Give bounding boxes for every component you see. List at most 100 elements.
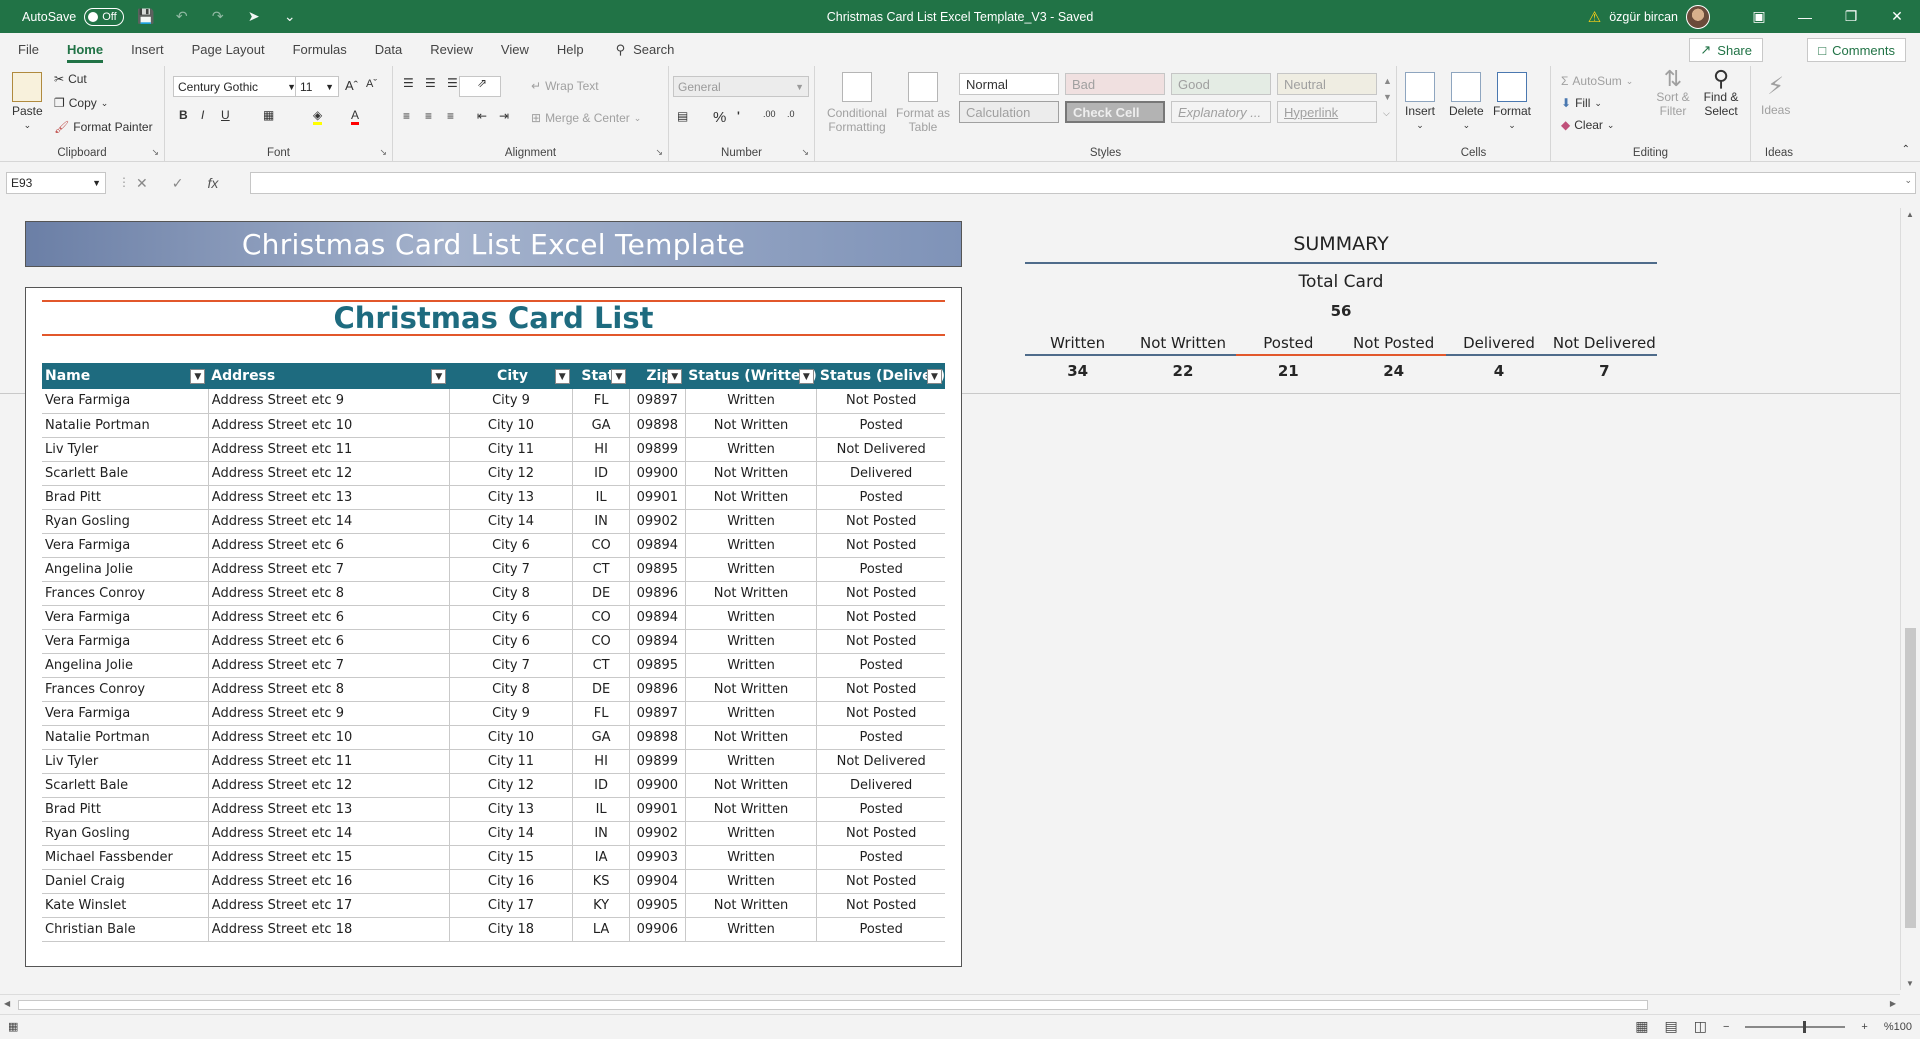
accounting-format-icon[interactable]: ▤	[677, 109, 688, 123]
cell-zip[interactable]: 09897	[629, 701, 686, 726]
filter-dropdown-icon[interactable]: ▼	[798, 369, 814, 384]
filter-dropdown-icon[interactable]: ▼	[927, 369, 942, 384]
zoom-level[interactable]: %100	[1884, 1021, 1912, 1033]
cell-status-deliver[interactable]: Not Posted	[816, 677, 945, 702]
cell-status-deliver[interactable]: Posted	[816, 413, 945, 438]
cell-zip[interactable]: 09899	[629, 437, 686, 462]
autosum-button[interactable]: Σ AutoSum ⌄	[1561, 74, 1633, 88]
page-break-view-icon[interactable]: ◫	[1694, 1018, 1707, 1035]
cell-city[interactable]: City 8	[449, 677, 574, 702]
cell-status-written[interactable]: Not Written	[685, 461, 818, 486]
dialog-launcher-icon[interactable]: ↘	[379, 147, 387, 158]
cell-zip[interactable]: 09899	[629, 749, 686, 774]
cell-status-written[interactable]: Written	[685, 533, 818, 558]
cell-city[interactable]: City 12	[449, 461, 574, 486]
column-header-status-deliver[interactable]: Status (Deliver) ▼	[816, 363, 945, 389]
cell-status-written[interactable]: Not Written	[685, 581, 818, 606]
cell-city[interactable]: City 9	[449, 389, 574, 414]
cell-status-deliver[interactable]: Posted	[816, 917, 945, 942]
ribbon-display-options-icon[interactable]: ▣	[1736, 0, 1782, 33]
copy-button[interactable]: ❐ Copy ⌄	[54, 96, 108, 110]
cell-status-deliver[interactable]: Delivered	[816, 461, 945, 486]
tab-data[interactable]: Data	[361, 33, 416, 66]
cell-state[interactable]: IN	[572, 509, 630, 534]
cell-name[interactable]: Daniel Craig	[42, 869, 209, 894]
cell-zip[interactable]: 09904	[629, 869, 686, 894]
total-card-label[interactable]: Total Card	[1025, 272, 1657, 292]
decrease-decimal-icon[interactable]: .0	[787, 109, 795, 119]
cell-state[interactable]: CO	[572, 629, 630, 654]
cell-city[interactable]: City 13	[449, 797, 574, 822]
tab-home[interactable]: Home	[53, 33, 117, 66]
formula-input[interactable]	[250, 172, 1916, 194]
cell-status-deliver[interactable]: Delivered	[816, 773, 945, 798]
insert-function-icon[interactable]: fx	[207, 175, 218, 191]
cell-name[interactable]: Vera Farmiga	[42, 605, 209, 630]
cell-name[interactable]: Frances Conroy	[42, 677, 209, 702]
avatar[interactable]	[1686, 4, 1710, 29]
format-as-table-button[interactable]: Format as Table	[895, 72, 951, 134]
cell-status-written[interactable]: Not Written	[685, 485, 818, 510]
cell-zip[interactable]: 09896	[629, 677, 686, 702]
fill-color-icon[interactable]: ◈	[313, 108, 323, 125]
cell-state[interactable]: CO	[572, 605, 630, 630]
pointer-icon[interactable]: ➤	[240, 8, 268, 25]
cell-zip[interactable]: 09902	[629, 821, 686, 846]
tab-insert[interactable]: Insert	[117, 33, 178, 66]
summary-stat-value[interactable]: 22	[1130, 362, 1235, 380]
cell-status-written[interactable]: Written	[685, 509, 818, 534]
cell-state[interactable]: HI	[572, 437, 630, 462]
cell-name[interactable]: Kate Winslet	[42, 893, 209, 918]
decrease-indent-icon[interactable]: ⇤	[477, 109, 487, 123]
insert-cells-button[interactable]: Insert ⌄	[1405, 72, 1435, 131]
cell-zip[interactable]: 09900	[629, 773, 686, 798]
cell-address[interactable]: Address Street etc 14	[208, 509, 450, 534]
increase-indent-icon[interactable]: ⇥	[499, 109, 509, 123]
cell-zip[interactable]: 09894	[629, 533, 686, 558]
cell-state[interactable]: IL	[572, 797, 630, 822]
cell-zip[interactable]: 09905	[629, 893, 686, 918]
cell-status-deliver[interactable]: Posted	[816, 725, 945, 750]
cell-zip[interactable]: 09895	[629, 557, 686, 582]
column-header-state[interactable]: State ▼	[572, 363, 630, 389]
summary-stat-label[interactable]: Not Posted	[1340, 332, 1447, 356]
cell-state[interactable]: ID	[572, 461, 630, 486]
ideas-button[interactable]: ⚡ Ideas	[1761, 72, 1790, 117]
cell-status-deliver[interactable]: Not Posted	[816, 629, 945, 654]
cell-zip[interactable]: 09902	[629, 509, 686, 534]
cell-address[interactable]: Address Street etc 10	[208, 725, 450, 750]
cell-zip[interactable]: 09903	[629, 845, 686, 870]
collapse-ribbon-icon[interactable]: ⌃	[1902, 144, 1910, 155]
restore-icon[interactable]: ❐	[1828, 0, 1874, 33]
total-card-value[interactable]: 56	[1025, 302, 1657, 320]
cell-name[interactable]: Michael Fassbender	[42, 845, 209, 870]
scroll-down-icon[interactable]: ▼	[1906, 979, 1914, 988]
cell-state[interactable]: IN	[572, 821, 630, 846]
font-size-combo[interactable]: 11 ▼	[295, 76, 339, 97]
autosave-toggle[interactable]: Off	[84, 7, 124, 26]
cell-status-written[interactable]: Written	[685, 605, 818, 630]
styles-scroll-down-icon[interactable]: ▼	[1383, 92, 1392, 102]
cell-address[interactable]: Address Street etc 9	[208, 389, 450, 414]
cell-city[interactable]: City 17	[449, 893, 574, 918]
cell-address[interactable]: Address Street etc 6	[208, 629, 450, 654]
tab-file[interactable]: File	[4, 33, 53, 66]
styles-scroll-up-icon[interactable]: ▲	[1383, 76, 1392, 86]
cell-name[interactable]: Brad Pitt	[42, 797, 209, 822]
cell-status-deliver[interactable]: Posted	[816, 845, 945, 870]
underline-icon[interactable]: U	[221, 108, 230, 122]
cell-state[interactable]: CT	[572, 557, 630, 582]
list-title[interactable]: Christmas Card List	[42, 300, 945, 336]
cell-address[interactable]: Address Street etc 18	[208, 917, 450, 942]
zoom-out-icon[interactable]: −	[1723, 1021, 1729, 1033]
page-layout-view-icon[interactable]: ▤	[1665, 1018, 1678, 1035]
cell-status-written[interactable]: Written	[685, 869, 818, 894]
filter-dropdown-icon[interactable]: ▼	[667, 369, 683, 384]
cell-address[interactable]: Address Street etc 13	[208, 797, 450, 822]
cell-name[interactable]: Vera Farmiga	[42, 389, 209, 414]
cell-name[interactable]: Scarlett Bale	[42, 461, 209, 486]
cell-address[interactable]: Address Street etc 9	[208, 701, 450, 726]
cell-name[interactable]: Ryan Gosling	[42, 509, 209, 534]
borders-icon[interactable]: ▦	[263, 108, 274, 122]
cell-status-deliver[interactable]: Not Posted	[816, 509, 945, 534]
